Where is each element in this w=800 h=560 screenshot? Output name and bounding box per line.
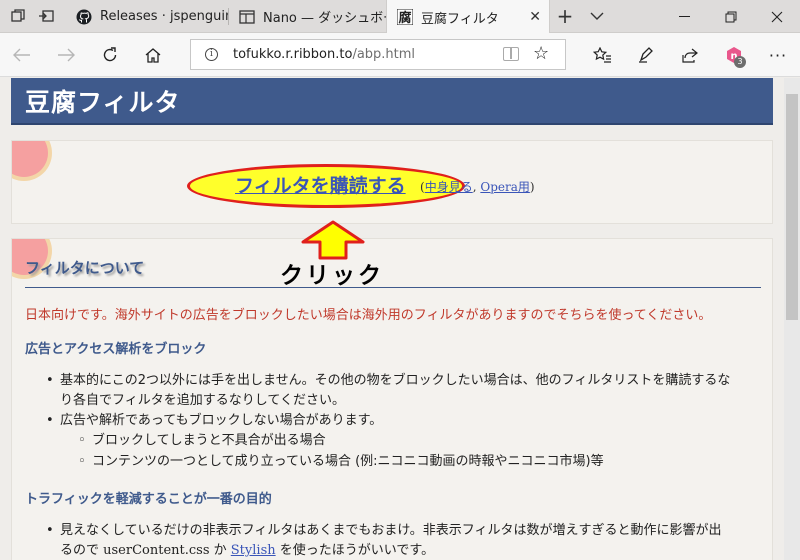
view-contents-link[interactable]: 中身 — [425, 180, 449, 194]
up-arrow-annotation — [301, 220, 365, 260]
bullet: • — [46, 413, 54, 428]
favorite-star-icon[interactable]: ☆ — [533, 43, 549, 64]
back-button[interactable] — [8, 41, 36, 69]
view-link[interactable]: 見る — [449, 180, 473, 194]
list-item-text: ブロックしてしまうと不具合が出る場合 — [92, 433, 326, 448]
tab-title: 豆腐フィルタ — [421, 11, 499, 27]
restore-button[interactable] — [708, 0, 754, 33]
navigation-toolbar: i tofukko.r.ribbon.to/abp.html ☆ n 3 ··· — [0, 33, 800, 77]
home-button[interactable] — [139, 41, 167, 69]
text: か — [209, 543, 231, 558]
svg-text:腐: 腐 — [398, 10, 411, 25]
address-bar[interactable]: i tofukko.r.ribbon.to/abp.html ☆ — [190, 39, 566, 70]
tab-list-chevron-icon[interactable] — [589, 8, 605, 24]
sub-list-item: ◦ ブロックしてしまうと不具合が出る場合 — [78, 431, 752, 451]
paren-close: ) — [529, 180, 535, 194]
intro-notice: 日本向けです。海外サイトの広告をブロックしたい場合は海外用のフィルタがありますの… — [25, 308, 712, 323]
tofu-icon: 腐 — [397, 9, 413, 25]
minimize-button[interactable] — [662, 0, 708, 33]
subscribe-extra-links: (中身見る, Opera用) — [420, 178, 535, 195]
list-item: • 基本的にこの2つ以外には手を出しません。その他の物をブロックしたい場合は、他… — [46, 371, 760, 411]
set-aside-tabs-icon[interactable] — [38, 8, 54, 24]
heading-divider — [25, 287, 761, 288]
tab-releases[interactable]: Releases · jspenguin2 — [66, 0, 228, 33]
corner-decoration — [12, 141, 48, 177]
list-item-text: 見えなくしているだけの非表示フィルタはあくまでもおまけ。非表示フィルタは数が増え… — [60, 523, 722, 538]
subscribe-filter-link[interactable]: フィルタを購読する — [235, 171, 406, 198]
forward-button[interactable] — [52, 41, 80, 69]
tab-actions-icon[interactable] — [10, 8, 26, 24]
tab-nano-dashboard[interactable]: Nano — ダッシュボード — [229, 0, 387, 33]
bullet: ◦ — [78, 433, 86, 448]
url-text[interactable]: tofukko.r.ribbon.to/abp.html — [233, 47, 415, 62]
list-item-text: 広告や解析であってもブロックしない場合があります。 — [60, 413, 383, 428]
section-title-block: 広告とアクセス解析をブロック — [25, 342, 207, 357]
subscribe-panel: フィルタを購読する (中身見る, Opera用) — [11, 140, 773, 224]
opera-link[interactable]: Opera用 — [480, 180, 530, 194]
pen-notes-icon[interactable] — [632, 41, 660, 69]
text: るので — [60, 543, 104, 558]
refresh-button[interactable] — [96, 41, 124, 69]
new-tab-icon[interactable]: + — [557, 4, 574, 28]
list-item: • 広告や解析であってもブロックしない場合があります。 — [46, 411, 760, 431]
click-annotation-label: クリック — [280, 263, 384, 289]
page-icon — [239, 9, 255, 25]
stylish-link[interactable]: Stylish — [231, 543, 276, 558]
list-item-text: 基本的にこの2つ以外には手を出しません。その他の物をブロックしたい場合は、他のフ… — [60, 373, 731, 388]
scrollbar-thumb[interactable] — [786, 94, 798, 320]
github-icon — [76, 9, 92, 25]
list-item-text: るので userContent.css か Stylish を使ったほうがいいで… — [60, 541, 760, 560]
tab-title: Releases · jspenguin2 — [100, 9, 228, 24]
section-title-traffic: トラフィックを軽減することが一番の目的 — [25, 492, 272, 507]
scrollbar[interactable] — [784, 78, 800, 560]
text: を使ったほうがいいです。 — [275, 543, 435, 558]
sub-list-item: ◦ コンテンツの一つとして成り立っている場合 (例:ニコニコ動画の時報やニコニコ… — [78, 452, 752, 472]
about-panel: フィルタについて 日本向けです。海外サイトの広告をブロックしたい場合は海外用のフ… — [11, 238, 773, 560]
about-heading: フィルタについて — [25, 259, 145, 277]
tab-title: Nano — ダッシュボード — [263, 11, 387, 26]
bullet: ◦ — [78, 454, 86, 469]
code-text: userContent.css — [103, 543, 210, 558]
site-info-icon[interactable]: i — [205, 48, 218, 61]
extension-badge: 3 — [734, 56, 746, 68]
bullet: • — [46, 523, 54, 538]
favorites-hub-icon[interactable] — [588, 41, 616, 69]
url-host: tofukko.r.ribbon.to — [233, 47, 353, 62]
close-icon[interactable]: ✕ — [529, 9, 541, 25]
reading-view-icon[interactable] — [503, 47, 519, 61]
url-path: /abp.html — [352, 47, 416, 62]
tab-strip: Releases · jspenguin2 Nano — ダッシュボード 腐 豆… — [0, 0, 800, 34]
site-header: 豆腐フィルタ — [11, 78, 773, 125]
list-item-text: コンテンツの一つとして成り立っている場合 (例:ニコニコ動画の時報やニコニコ市場… — [92, 454, 604, 469]
share-icon[interactable] — [676, 41, 704, 69]
close-window-button[interactable] — [754, 0, 800, 33]
tab-tofu-filter[interactable]: 腐 豆腐フィルタ ✕ — [386, 0, 550, 34]
list-item-text: り各自でフィルタを追加するなりしてください。 — [60, 393, 345, 408]
bullet: • — [46, 373, 54, 388]
more-menu-icon[interactable]: ··· — [764, 41, 792, 69]
extension-icon[interactable]: n 3 — [720, 41, 748, 69]
web-page: 豆腐フィルタ フィルタを購読する (中身見る, Opera用) フィルタについて… — [0, 78, 784, 560]
site-title: 豆腐フィルタ — [25, 88, 181, 117]
list-item: • 見えなくしているだけの非表示フィルタはあくまでもおまけ。非表示フィルタは数が… — [46, 521, 760, 560]
